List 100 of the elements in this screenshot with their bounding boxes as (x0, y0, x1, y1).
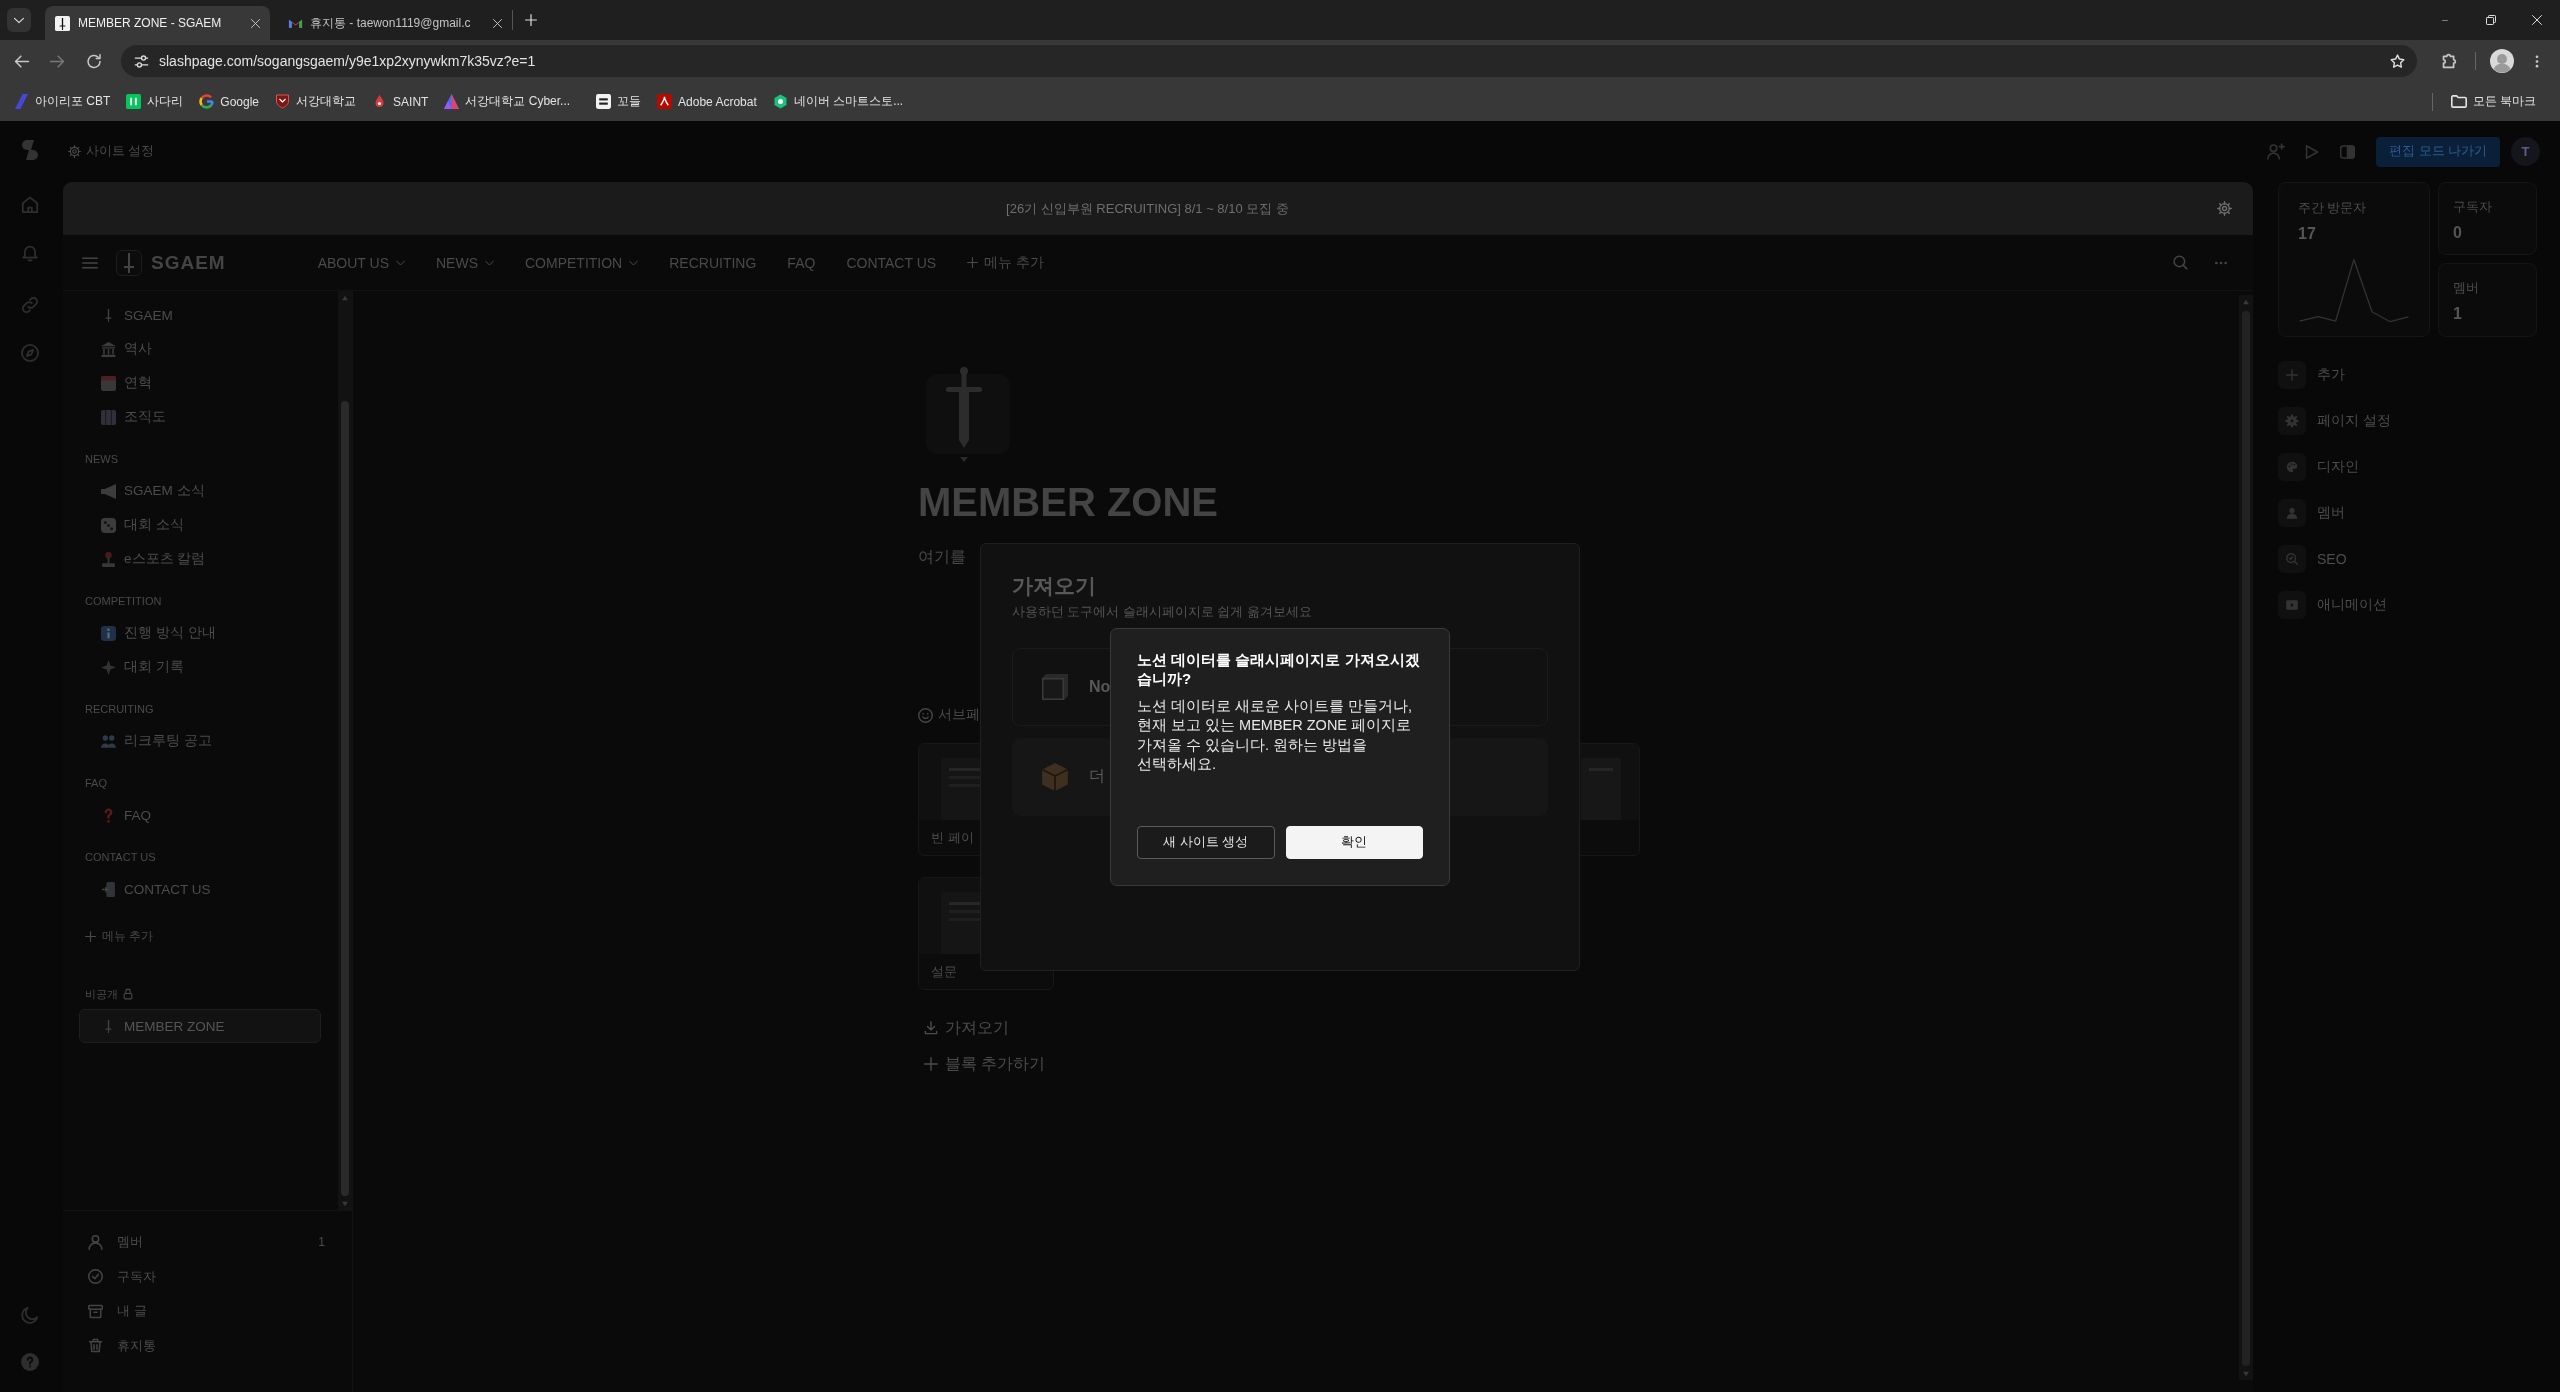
scroll-down-icon[interactable] (2242, 1371, 2250, 1377)
modal-title: 가져오기 (1012, 572, 1096, 599)
sidebar-footer-item[interactable]: 내 글 (63, 1294, 352, 1329)
folder-icon (2450, 95, 2467, 108)
site-settings-icon[interactable] (134, 54, 149, 68)
back-icon[interactable] (14, 53, 30, 69)
bookmark-item[interactable]: Adobe Acrobat (651, 87, 763, 116)
sidebar-item[interactable]: e스포츠 칼럼 (79, 542, 321, 576)
sidebar-item[interactable]: 조직도 (79, 400, 321, 434)
nav-link[interactable]: FAQ (787, 254, 816, 271)
add-menu-button[interactable]: 메뉴 추가 (967, 253, 1044, 272)
sidebar-footer-item[interactable]: 구독자 (63, 1259, 352, 1294)
tile-icon (126, 94, 142, 109)
chevron-down-icon (485, 259, 494, 266)
tab-search-button[interactable] (7, 8, 31, 32)
person-plus-icon[interactable] (2267, 143, 2286, 160)
triangle-icon (444, 94, 460, 109)
browser-tab[interactable]: 휴지통 - taewon1119@gmail.c (280, 6, 510, 40)
bell-icon[interactable] (21, 244, 39, 262)
person-icon (2278, 499, 2306, 527)
sidebar-item[interactable]: MEMBER ZONE (79, 1009, 321, 1043)
help-icon[interactable] (21, 1353, 39, 1371)
bookmark-item[interactable]: 꼬들 (590, 87, 648, 116)
play-icon[interactable] (2305, 143, 2320, 160)
panel-toggle-icon[interactable] (2340, 144, 2356, 159)
subpages-heading: 서브페 (938, 706, 980, 724)
nav-link[interactable]: NEWS (436, 254, 494, 271)
panel-action[interactable]: 페이지 설정 (2278, 407, 2391, 435)
sidebar-item[interactable]: 리크루팅 공고 (79, 724, 321, 758)
sidebar-footer-item[interactable]: 휴지통 (63, 1328, 352, 1363)
close-icon[interactable] (2532, 15, 2542, 25)
chevron-down-icon (629, 259, 639, 266)
exit-edit-mode-button[interactable]: 편집 모드 나가기 (2376, 136, 2500, 167)
menu-icon[interactable] (82, 256, 98, 269)
site-logo-text[interactable]: SGAEM (151, 251, 226, 274)
bookmark-item[interactable]: 아이리포 CBT (8, 87, 117, 116)
reload-icon[interactable] (86, 53, 102, 69)
compass-icon[interactable] (21, 344, 39, 362)
description-field[interactable]: 여기를 (918, 538, 978, 576)
logo-icon[interactable] (21, 139, 39, 161)
bookmark-item[interactable]: 모든 북마크 (2444, 87, 2542, 116)
add-menu-button[interactable]: 메뉴 추가 (63, 921, 154, 951)
scrollbar-thumb[interactable] (341, 401, 349, 1196)
minimize-icon[interactable] (2440, 19, 2450, 21)
moon-icon[interactable] (21, 1306, 39, 1324)
section-heading: RECRUITING (85, 703, 154, 715)
panel-action[interactable]: SEO (2278, 545, 2347, 573)
bookmark-item[interactable]: SAINT (366, 87, 435, 116)
dialog-button[interactable]: 새 사이트 생성 (1137, 825, 1275, 859)
link-icon[interactable] (21, 296, 39, 314)
sidebar-item[interactable]: SGAEM 소식 (79, 474, 321, 508)
import-link[interactable]: 가져오기 (918, 1017, 1009, 1039)
panel-action[interactable]: 추가 (2278, 361, 2345, 389)
nav-link[interactable]: ABOUT US (317, 254, 405, 271)
star-icon[interactable] (2390, 53, 2405, 69)
sword-icon[interactable] (116, 249, 142, 276)
sidebar-item[interactable]: FAQ (79, 798, 321, 832)
bookmark-item[interactable]: 사다리 (120, 87, 190, 116)
panel-action[interactable]: 디자인 (2278, 453, 2359, 481)
browser-tab[interactable]: MEMBER ZONE - SGAEM (45, 6, 270, 40)
sidebar-item[interactable]: 대회 소식 (79, 508, 321, 542)
new-tab-icon[interactable] (525, 14, 537, 26)
scroll-up-icon[interactable] (341, 295, 349, 301)
sidebar-item[interactable]: 진행 방식 안내 (79, 616, 321, 650)
sidebar-item[interactable]: 대회 기록 (79, 650, 321, 684)
bookmark-item[interactable]: Google (193, 87, 266, 116)
close-icon[interactable] (493, 18, 502, 28)
scroll-down-icon[interactable] (341, 1201, 349, 1207)
close-icon[interactable] (251, 18, 260, 28)
restore-icon[interactable] (2486, 15, 2496, 25)
site-settings-link[interactable]: 사이트 설정 (68, 143, 155, 160)
sidebar-item[interactable]: SGAEM (79, 298, 321, 332)
box-icon (1040, 761, 1070, 792)
forward-icon[interactable] (49, 53, 65, 69)
user-avatar[interactable]: T (2511, 137, 2540, 166)
sidebar-item[interactable]: 연혁 (79, 366, 321, 400)
more-icon[interactable] (2535, 53, 2539, 69)
puzzle-icon[interactable] (2441, 53, 2457, 69)
home-icon[interactable] (21, 196, 39, 214)
bookmark-item[interactable]: 네이버 스마트스토... (766, 87, 910, 116)
nav-link[interactable]: CONTACT US (846, 254, 937, 271)
panel-action[interactable]: 애니메이션 (2278, 591, 2387, 619)
sidebar-item[interactable]: 역사 (79, 332, 321, 366)
panel-action[interactable]: 멤버 (2278, 499, 2345, 527)
stat-value: 0 (2453, 224, 2462, 242)
avatar-icon[interactable] (2490, 49, 2514, 73)
bookmark-item[interactable]: 서강대학교 (269, 87, 363, 116)
scroll-up-icon[interactable] (2242, 299, 2250, 305)
address-bar[interactable]: slashpage.com/sogangsgaem/y9e1xp2xynywkm7k35vz?e=1 (121, 45, 2417, 77)
sidebar-footer-item[interactable]: 멤버 1 (63, 1225, 352, 1260)
settings-icon[interactable] (2217, 201, 2232, 216)
nav-link[interactable]: COMPETITION (525, 254, 639, 271)
ring-icon (199, 94, 215, 109)
nav-link[interactable]: RECRUITING (669, 254, 757, 271)
add-block-button[interactable]: 블록 추가하기 (918, 1053, 1046, 1075)
joystick-icon (101, 551, 116, 567)
sidebar-item[interactable]: CONTACT US (79, 872, 321, 906)
search-icon[interactable] (2173, 255, 2188, 270)
bookmark-item[interactable]: 서강대학교 Cyber... (438, 87, 577, 116)
dialog-button[interactable]: 확인 (1285, 825, 1423, 859)
